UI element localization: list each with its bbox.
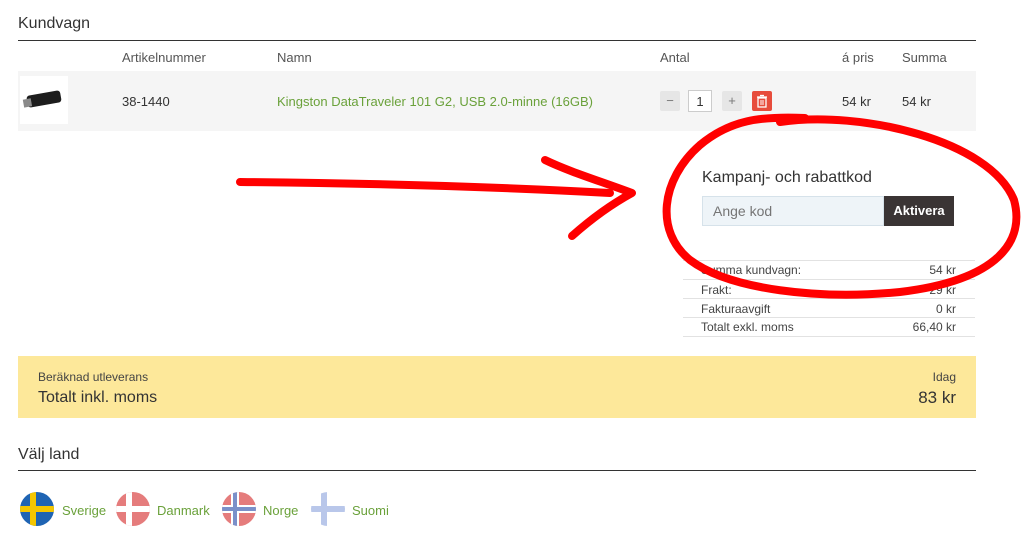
red-annotation-overlay: [236, 113, 1021, 299]
